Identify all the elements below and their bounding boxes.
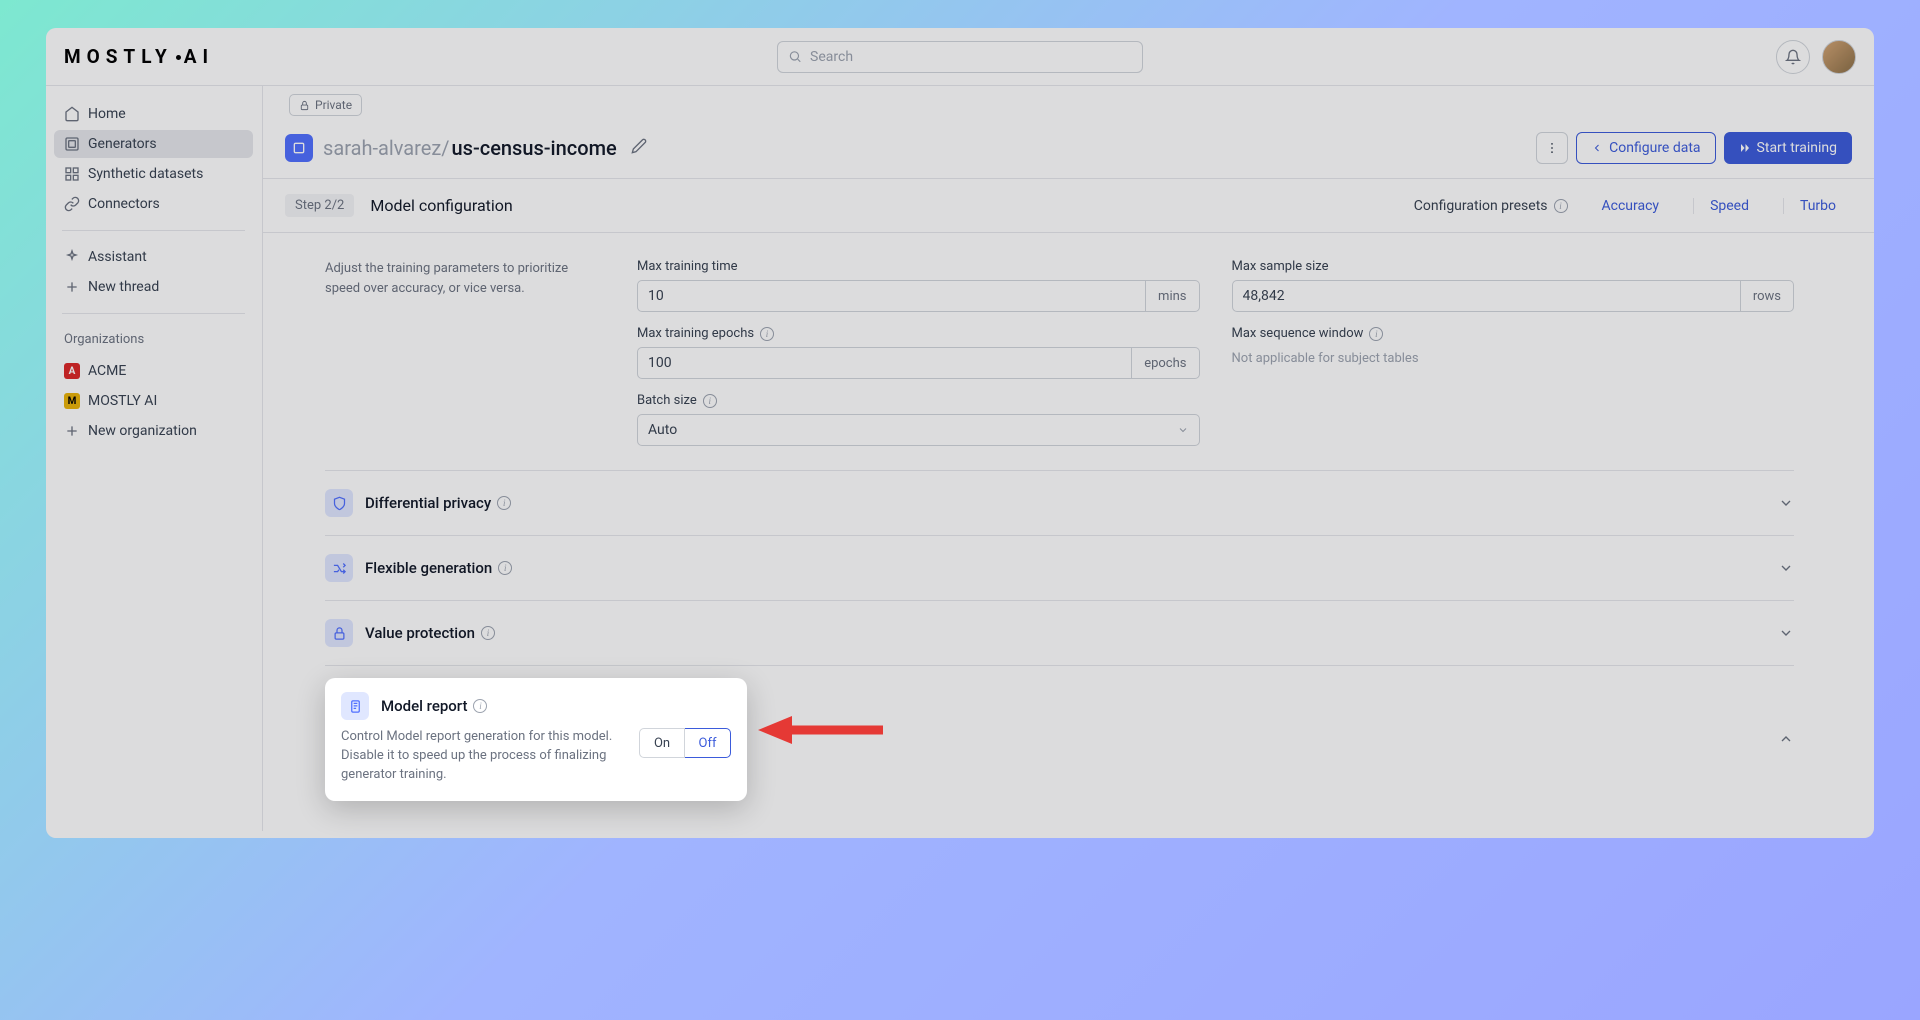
org-badge-icon: M xyxy=(64,393,80,409)
info-icon: i xyxy=(1554,199,1568,213)
unit-rows: rows xyxy=(1741,280,1794,312)
unit-epochs: epochs xyxy=(1132,347,1199,379)
sidebar-item-generators[interactable]: Generators xyxy=(54,130,253,158)
sidebar-item-assistant[interactable]: Assistant xyxy=(54,243,253,271)
info-icon: i xyxy=(473,699,487,713)
more-menu-button[interactable] xyxy=(1536,132,1568,164)
info-icon: i xyxy=(760,327,774,341)
chevron-up-icon xyxy=(1778,731,1794,747)
sidebar-item-label: MOSTLY AI xyxy=(88,393,157,409)
batch-size-label: Batch sizei xyxy=(637,393,1200,408)
sidebar-item-org-mostlyai[interactable]: M MOSTLY AI xyxy=(54,387,253,415)
org-badge-icon: A xyxy=(64,363,80,379)
shield-icon xyxy=(325,489,353,517)
sidebar-item-connectors[interactable]: Connectors xyxy=(54,190,253,218)
chevron-down-icon xyxy=(1778,625,1794,641)
max-training-epochs-input[interactable] xyxy=(637,347,1132,379)
sidebar-item-synthetic-datasets[interactable]: Synthetic datasets xyxy=(54,160,253,188)
notifications-icon[interactable] xyxy=(1776,40,1810,74)
report-icon xyxy=(341,692,369,720)
shuffle-icon xyxy=(325,554,353,582)
batch-size-select[interactable]: Auto xyxy=(637,414,1200,446)
generator-icon xyxy=(285,134,313,162)
model-report-description: Control Model report generation for this… xyxy=(341,728,623,785)
model-report-toggle[interactable]: On Off xyxy=(639,728,731,758)
chevron-down-icon xyxy=(1778,560,1794,576)
sidebar-item-label: New thread xyxy=(88,279,159,295)
logo: MOSTLYAI xyxy=(64,45,214,68)
sidebar-item-org-acme[interactable]: A ACME xyxy=(54,357,253,385)
private-badge: Private xyxy=(289,94,362,116)
max-sample-size-input[interactable] xyxy=(1232,280,1741,312)
sidebar-item-label: Generators xyxy=(88,136,157,152)
max-sequence-window-na: Not applicable for subject tables xyxy=(1232,347,1795,366)
start-training-button[interactable]: Start training xyxy=(1724,132,1852,164)
info-icon: i xyxy=(1369,327,1383,341)
unit-mins: mins xyxy=(1146,280,1199,312)
toggle-off[interactable]: Off xyxy=(685,728,731,758)
info-icon: i xyxy=(481,626,495,640)
preset-accuracy[interactable]: Accuracy xyxy=(1586,198,1676,214)
accordion-value-protection[interactable]: Value protectioni xyxy=(325,601,1794,665)
breadcrumb: sarah-alvarez/us-census-income xyxy=(323,136,617,160)
max-training-epochs-label: Max training epochsi xyxy=(637,326,1200,341)
info-icon: i xyxy=(497,496,511,510)
preset-turbo[interactable]: Turbo xyxy=(1783,198,1852,214)
sidebar-item-new-org[interactable]: New organization xyxy=(54,417,253,445)
accordion-differential-privacy[interactable]: Differential privacyi xyxy=(325,471,1794,535)
search-input[interactable] xyxy=(777,41,1143,73)
sidebar-item-label: New organization xyxy=(88,423,197,439)
accordion-flexible-generation[interactable]: Flexible generationi xyxy=(325,536,1794,600)
max-sample-size-label: Max sample size xyxy=(1232,259,1795,274)
sidebar-item-label: ACME xyxy=(88,363,126,379)
edit-name-icon[interactable] xyxy=(631,138,647,158)
max-training-time-input[interactable] xyxy=(637,280,1146,312)
max-sequence-window-label: Max sequence windowi xyxy=(1232,326,1795,341)
sidebar-item-new-thread[interactable]: New thread xyxy=(54,273,253,301)
sidebar-item-label: Connectors xyxy=(88,196,160,212)
organizations-header: Organizations xyxy=(54,326,253,353)
preset-speed[interactable]: Speed xyxy=(1693,198,1765,214)
avatar[interactable] xyxy=(1822,40,1856,74)
step-indicator: Step 2/2 xyxy=(285,194,354,217)
max-training-time-label: Max training time xyxy=(637,259,1200,274)
sidebar-item-label: Assistant xyxy=(88,249,147,265)
lock-icon xyxy=(325,619,353,647)
chevron-down-icon xyxy=(1778,495,1794,511)
sidebar-item-label: Synthetic datasets xyxy=(88,166,203,182)
sidebar-item-home[interactable]: Home xyxy=(54,100,253,128)
toggle-on[interactable]: On xyxy=(639,728,685,758)
page-title: Model configuration xyxy=(370,196,512,215)
sidebar-item-label: Home xyxy=(88,106,126,122)
presets-label: Configuration presets i xyxy=(1414,198,1568,214)
model-report-card: Model reporti Control Model report gener… xyxy=(325,678,747,801)
info-icon: i xyxy=(498,561,512,575)
training-description: Adjust the training parameters to priori… xyxy=(325,259,597,446)
configure-data-button[interactable]: Configure data xyxy=(1576,132,1715,164)
info-icon: i xyxy=(703,394,717,408)
